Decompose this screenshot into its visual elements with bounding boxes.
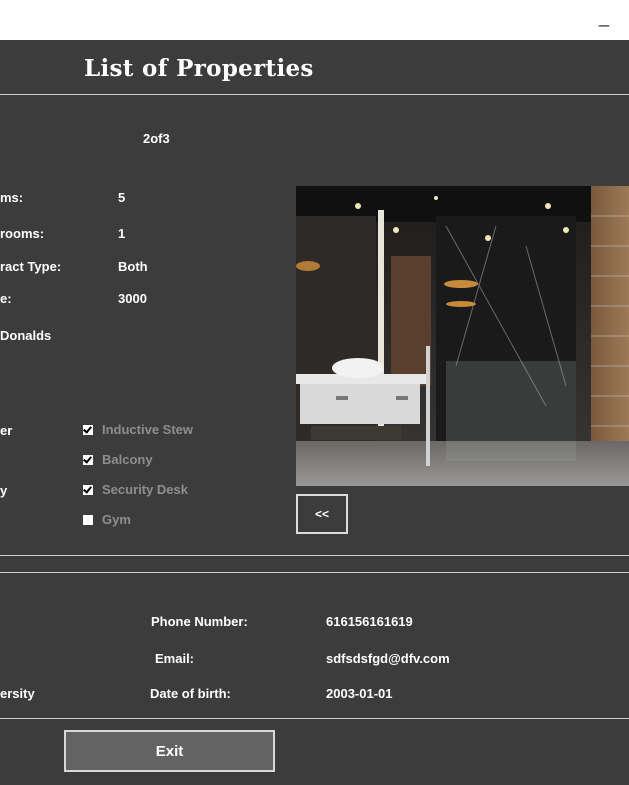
bathroom-photo-icon (296, 186, 629, 486)
minimize-button[interactable]: _ (599, 8, 609, 26)
divider-top (0, 94, 629, 95)
checkbox-checked-icon[interactable] (83, 424, 93, 435)
email-value: sdfsdsfgd@dfv.com (326, 651, 450, 666)
bathrooms-label: rooms: (0, 226, 45, 241)
phone-label: Phone Number: (151, 614, 248, 629)
university-label: ersity (0, 686, 35, 701)
bathrooms-value: 1 (118, 226, 126, 241)
feature-inductive-stew-checkbox[interactable]: Inductive Stew (83, 422, 193, 437)
price-value: 3000 (118, 291, 147, 306)
exit-button[interactable]: Exit (64, 730, 275, 772)
feature-label: Gym (102, 512, 131, 527)
feature-balcony-checkbox[interactable]: Balcony (83, 452, 153, 467)
divider-bottom (0, 718, 629, 719)
divider-middle-2 (0, 572, 629, 573)
checkbox-unchecked-icon[interactable] (83, 514, 93, 525)
feature-left-label: y (0, 483, 8, 498)
page-title: List of Properties (84, 55, 314, 82)
dob-value: 2003-01-01 (326, 686, 393, 701)
divider-middle (0, 555, 629, 556)
contract-type-label: ract Type: (0, 259, 62, 274)
feature-label: Security Desk (102, 482, 188, 497)
price-label: e: (0, 291, 12, 306)
feature-gym-checkbox[interactable]: Gym (83, 512, 131, 527)
rooms-value: 5 (118, 190, 126, 205)
owner-name: Donalds (0, 328, 52, 343)
property-photo (296, 186, 629, 486)
pager-text: 2of3 (143, 131, 170, 146)
feature-label: Inductive Stew (102, 422, 194, 437)
dob-label: Date of birth: (150, 686, 231, 701)
feature-security-desk-checkbox[interactable]: Security Desk (83, 482, 188, 497)
checkbox-checked-icon[interactable] (83, 484, 93, 495)
feature-label: Balcony (102, 452, 153, 467)
feature-left-label: er (0, 423, 13, 438)
titlebar-fragment-icon (178, 0, 256, 2)
contract-type-value: Both (118, 259, 148, 274)
email-label: Email: (155, 651, 195, 666)
rooms-label: ms: (0, 190, 24, 205)
checkbox-checked-icon[interactable] (83, 454, 93, 465)
window-titlebar: _ (0, 0, 629, 40)
phone-value: 616156161619 (326, 614, 413, 629)
previous-button[interactable]: << (296, 494, 348, 534)
